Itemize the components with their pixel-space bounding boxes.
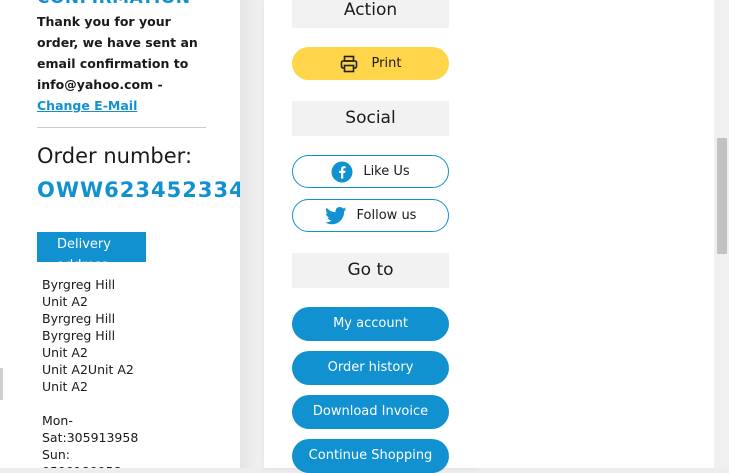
social-heading: Social bbox=[292, 101, 449, 136]
confirmation-heading: CONFIRMATION bbox=[37, 0, 191, 8]
opening-hours: Mon-Sat:305913958 Sun: 0590189958 bbox=[42, 412, 147, 468]
print-button[interactable]: Print bbox=[292, 47, 449, 80]
order-history-button[interactable]: Order history bbox=[292, 351, 449, 385]
address-line: Byrgreg Hill bbox=[42, 311, 116, 326]
address-line: Byrgreg Hill bbox=[42, 277, 116, 292]
goto-heading: Go to bbox=[292, 253, 449, 288]
download-invoice-button[interactable]: Download Invoice bbox=[292, 395, 449, 429]
order-number-value: OWW6234523345 bbox=[37, 178, 240, 202]
order-number-label: Order number: bbox=[37, 144, 193, 168]
address-line: Unit A2 bbox=[42, 294, 88, 309]
confirmation-text: Thank you for your order, we have sent a… bbox=[37, 14, 198, 92]
hours-line: Sun: 0590189958 bbox=[42, 447, 122, 468]
follow-us-button[interactable]: Follow us bbox=[292, 199, 449, 232]
follow-us-label: Follow us bbox=[356, 208, 417, 223]
address-line: Unit A2 bbox=[42, 379, 88, 394]
content-area bbox=[478, 0, 714, 468]
like-us-button[interactable]: Like Us bbox=[292, 155, 449, 188]
order-confirmation-panel: CONFIRMATION Thank you for your order, w… bbox=[0, 0, 240, 468]
scrollbar-thumb[interactable] bbox=[717, 138, 727, 254]
my-account-button[interactable]: My account bbox=[292, 307, 449, 341]
address-line: Unit A2 bbox=[42, 345, 88, 360]
print-label: Print bbox=[371, 56, 402, 71]
action-heading: Action bbox=[292, 0, 449, 28]
change-email-link[interactable]: Change E-Mail bbox=[37, 98, 137, 113]
address-line: Unit A2Unit A2 bbox=[42, 362, 134, 377]
actions-panel: Action Print Social Like Us Follow us Go… bbox=[264, 0, 478, 473]
delivery-address: Byrgreg Hill Unit A2 Byrgreg Hill Byrgre… bbox=[42, 276, 134, 395]
hours-line: Mon-Sat:305913958 bbox=[42, 413, 139, 445]
gutter bbox=[240, 0, 264, 468]
divider bbox=[37, 127, 206, 128]
printer-icon bbox=[340, 55, 358, 73]
confirmation-message: Thank you for your order, we have sent a… bbox=[37, 11, 212, 116]
facebook-icon bbox=[331, 161, 353, 183]
like-us-label: Like Us bbox=[363, 164, 410, 179]
window-edge-marker bbox=[0, 368, 3, 400]
twitter-icon bbox=[324, 206, 347, 225]
address-line: Byrgreg Hill bbox=[42, 328, 116, 343]
delivery-address-button[interactable]: Delivery address bbox=[37, 232, 146, 262]
